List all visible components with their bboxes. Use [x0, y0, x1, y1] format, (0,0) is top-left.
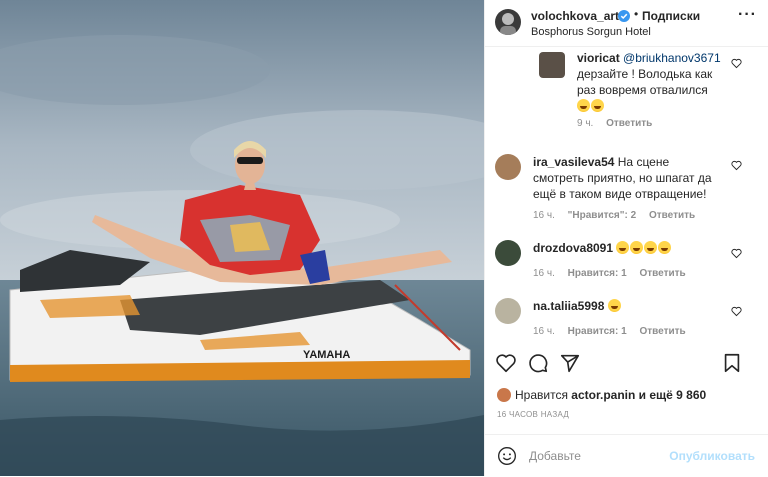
- likes-prefix: Нравится: [515, 388, 568, 402]
- jet-ski-photo: YAMAHA: [0, 0, 484, 476]
- comment-meta: 9 ч. Ответить: [577, 118, 662, 129]
- comment-time: 16 ч.: [533, 268, 555, 279]
- comment-likes-count[interactable]: "Нравится": 2: [568, 210, 637, 221]
- comment-bubble-icon[interactable]: [527, 352, 549, 374]
- commenter-avatar[interactable]: [539, 52, 565, 78]
- laughing-emoji-icon: [577, 99, 590, 112]
- like-comment-heart-icon[interactable]: [731, 58, 742, 69]
- comment-meta: 16 ч. Нравится: 1 Ответить: [533, 268, 696, 279]
- like-comment-heart-icon[interactable]: [731, 248, 742, 259]
- comment-time: 16 ч.: [533, 326, 555, 337]
- liker-avatar[interactable]: [497, 388, 511, 402]
- more-options-icon[interactable]: ···: [738, 6, 757, 24]
- raising-hands-emoji-icon: [607, 299, 621, 312]
- add-comment-row: Добавьте Опубликовать: [485, 434, 768, 477]
- likes-summary: Нравится actor.panin и ещё 9 860: [497, 388, 706, 402]
- photo-brand-text: YAMAHA: [303, 349, 350, 361]
- like-comment-heart-icon[interactable]: [731, 160, 742, 171]
- laughing-emoji-icon: [616, 241, 630, 254]
- commenter-username[interactable]: na.taliia5998: [533, 299, 604, 313]
- share-send-icon[interactable]: [559, 352, 581, 374]
- add-comment-input[interactable]: Добавьте: [529, 449, 581, 463]
- post-timestamp[interactable]: 16 ЧАСОВ НАЗАД: [497, 410, 569, 419]
- comment-item: vioricat @briukhanov3671 дерзайте ! Воло…: [485, 48, 768, 138]
- comment-time: 16 ч.: [533, 210, 555, 221]
- comment-likes-count[interactable]: Нравится: 1: [568, 268, 627, 279]
- laughing-emoji-icon: [630, 241, 644, 254]
- comment-text-line: ещё в таком виде отвращение!: [533, 187, 707, 201]
- commenter-username[interactable]: drozdova8091: [533, 241, 613, 255]
- commenter-username[interactable]: vioricat: [577, 51, 620, 65]
- reply-button[interactable]: Ответить: [606, 118, 652, 129]
- comment-likes-count[interactable]: Нравится: 1: [568, 326, 627, 337]
- commenter-username[interactable]: ira_vasileva54: [533, 155, 614, 169]
- commenter-avatar[interactable]: [495, 240, 521, 266]
- save-bookmark-icon[interactable]: [721, 352, 743, 374]
- like-comment-heart-icon[interactable]: [731, 306, 742, 317]
- author-avatar[interactable]: [495, 9, 521, 35]
- commenter-avatar[interactable]: [495, 298, 521, 324]
- publish-button[interactable]: Опубликовать: [669, 449, 755, 463]
- post-action-bar: [485, 344, 768, 384]
- comment-item: drozdova8091 16 ч. Нравится: 1 Ответить: [485, 238, 768, 288]
- laughing-emoji-icon: [591, 99, 604, 112]
- comment-meta: 16 ч. Нравится: 1 Ответить: [533, 326, 696, 337]
- post-side-panel: volochkova_art • Подписки Bosphorus Sorg…: [484, 0, 768, 476]
- likes-count[interactable]: и ещё 9 860: [639, 388, 707, 402]
- reply-button[interactable]: Ответить: [639, 326, 685, 337]
- reply-button[interactable]: Ответить: [649, 210, 695, 221]
- comment-text-line: На сцене: [617, 155, 670, 169]
- emoji-smiley-icon[interactable]: [497, 446, 517, 466]
- separator-dot: •: [634, 7, 639, 21]
- comment-text-line: смотреть приятно, но шпагат да: [533, 171, 712, 185]
- liker-username[interactable]: actor.panin: [571, 388, 635, 402]
- commenter-avatar[interactable]: [495, 154, 521, 180]
- laughing-emoji-icon: [658, 241, 672, 254]
- like-heart-icon[interactable]: [495, 352, 517, 374]
- following-button[interactable]: Подписки: [642, 9, 700, 23]
- author-username[interactable]: volochkova_art: [531, 9, 619, 23]
- comment-item: na.taliia5998 16 ч. Нравится: 1 Ответить: [485, 296, 768, 342]
- post-location[interactable]: Bosphorus Sorgun Hotel: [531, 26, 651, 38]
- comment-meta: 16 ч. "Нравится": 2 Ответить: [533, 210, 705, 221]
- verified-badge-icon: [618, 10, 630, 22]
- comment-time: 9 ч.: [577, 118, 594, 129]
- post-header: volochkova_art • Подписки Bosphorus Sorg…: [485, 0, 768, 47]
- comment-item: ira_vasileva54 На сцене смотреть приятно…: [485, 150, 768, 228]
- post-photo[interactable]: YAMAHA: [0, 0, 484, 476]
- reply-button[interactable]: Ответить: [639, 268, 685, 279]
- laughing-emoji-icon: [644, 241, 658, 254]
- comment-text-line: раз вовремя отвалился: [577, 83, 708, 97]
- comment-mention[interactable]: @briukhanov3671: [623, 51, 721, 65]
- comment-text-line: дерзайте ! Володька как: [577, 67, 713, 81]
